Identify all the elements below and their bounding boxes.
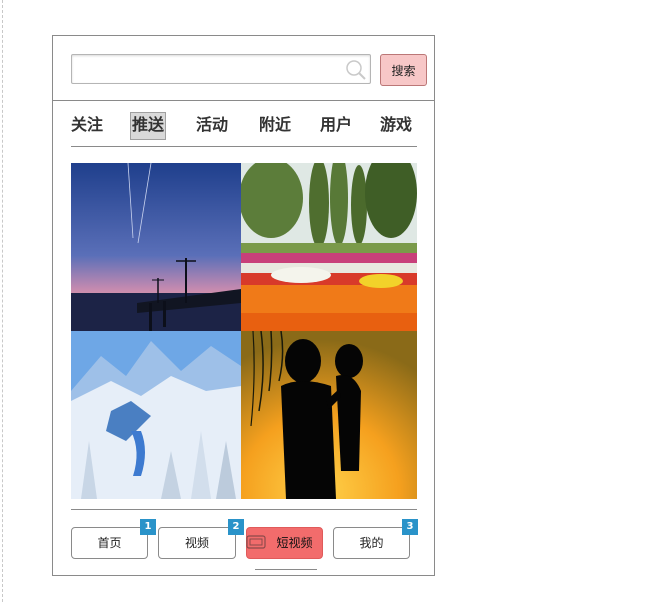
nav-profile-label: 我的 <box>359 536 384 550</box>
tab-nearby[interactable]: 附近 <box>259 112 291 138</box>
category-tabs: 关注 推送 活动 附近 用户 游戏 <box>71 112 417 140</box>
tab-push[interactable]: 推送 <box>130 112 167 140</box>
tab-follow[interactable]: 关注 <box>71 112 103 138</box>
tab-events[interactable]: 活动 <box>196 112 228 138</box>
feed-tile-sunset-pier[interactable] <box>71 163 241 331</box>
tab-users[interactable]: 用户 <box>320 112 352 138</box>
nav-short-video-label: 短视频 <box>276 536 313 550</box>
tabs-divider <box>71 146 417 147</box>
feed-tile-snowy-mountains[interactable] <box>71 331 241 499</box>
nav-video-label: 视频 <box>184 536 209 550</box>
image-grid <box>71 163 417 499</box>
phone-frame: 搜索 关注 推送 活动 附近 用户 游戏 首页 1 视频 2 短视频 我的 3 <box>52 35 435 576</box>
feed-tile-tulip-garden[interactable] <box>241 163 417 331</box>
nav-video-button[interactable]: 视频 <box>158 527 236 559</box>
nav-profile-badge: 3 <box>402 519 418 535</box>
nav-home-button[interactable]: 首页 <box>71 527 148 559</box>
nav-home-badge: 1 <box>140 519 156 535</box>
search-icon[interactable] <box>345 59 367 81</box>
bottom-indicator-line <box>255 569 317 570</box>
search-bar: 搜索 <box>53 36 434 101</box>
search-button[interactable]: 搜索 <box>380 54 427 86</box>
video-icon <box>246 535 266 549</box>
feed-tile-silhouette[interactable] <box>241 331 417 499</box>
nav-profile-button[interactable]: 我的 <box>333 527 410 559</box>
grid-divider <box>71 509 417 510</box>
nav-home-label: 首页 <box>97 536 122 550</box>
nav-video-badge: 2 <box>228 519 244 535</box>
page-edge-guide <box>2 0 3 602</box>
tab-games[interactable]: 游戏 <box>380 112 412 138</box>
search-input[interactable] <box>71 54 371 84</box>
